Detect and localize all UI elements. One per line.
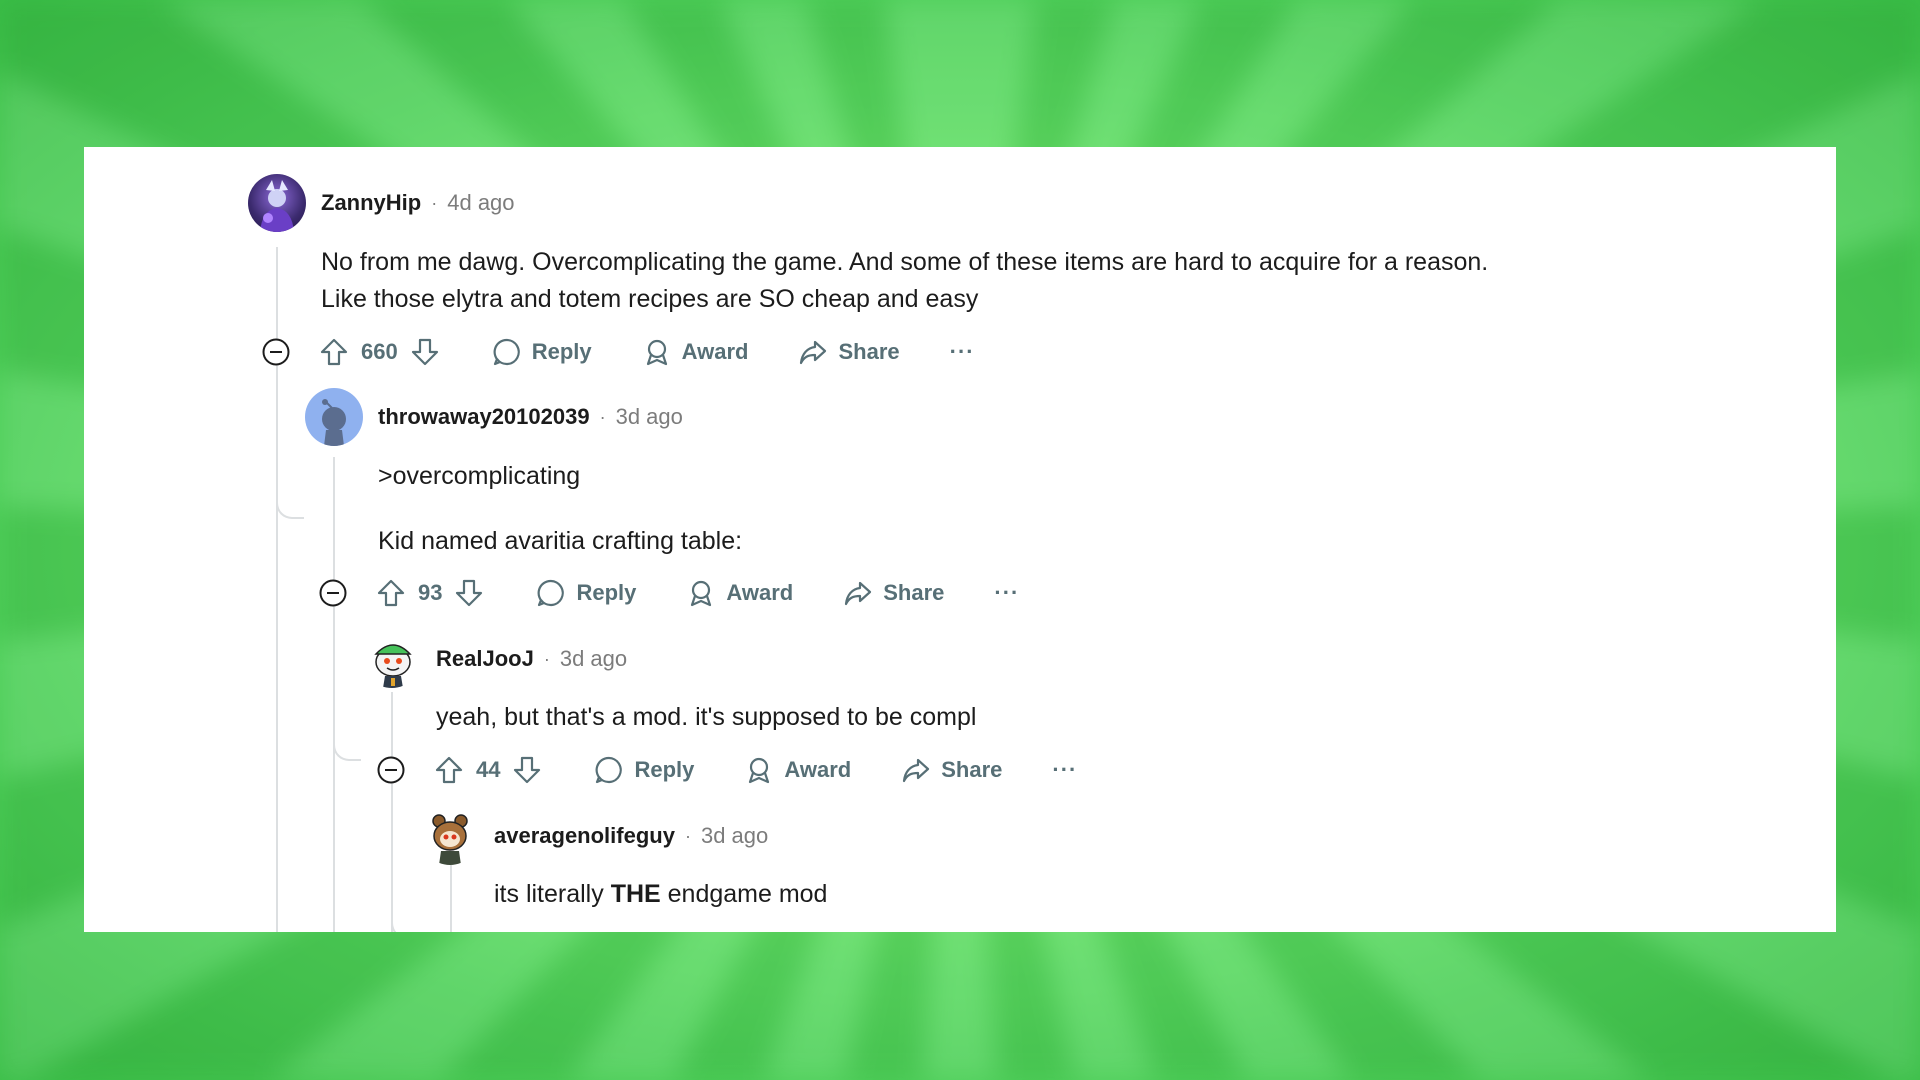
avatar[interactable] (248, 174, 306, 232)
comment-meta: averagenolifeguy · 3d ago (494, 807, 768, 865)
comment-actions: 93 Reply Award Share ··· (376, 573, 1019, 613)
separator-dot: · (684, 825, 691, 846)
share-button[interactable]: Share (901, 755, 1002, 785)
vote-group: 44 (434, 755, 542, 785)
thread-line-level-3 (391, 692, 393, 932)
separator-dot: · (431, 192, 438, 213)
avatar[interactable] (305, 388, 363, 446)
upvote-icon[interactable] (376, 578, 406, 608)
award-icon (749, 757, 770, 784)
vote-group: 660 (319, 337, 440, 367)
reply-label: Reply (531, 339, 592, 364)
comment-meta: RealJooJ · 3d ago (436, 630, 627, 688)
comment-bubble-icon (538, 579, 565, 607)
comment-meta: throwaway20102039 · 3d ago (378, 388, 683, 446)
timestamp[interactable]: 3d ago (616, 404, 683, 430)
comment-text-line: No from me dawg. Overcomplicating the ga… (321, 248, 1489, 276)
award-button[interactable]: Award (744, 755, 851, 785)
downvote-icon[interactable] (512, 755, 542, 785)
comment-body: its literally THE endgame mod (494, 876, 827, 913)
upvote-icon[interactable] (434, 755, 464, 785)
comment-bubble-icon (596, 756, 623, 784)
thread-line-level-2 (333, 457, 335, 932)
comment-meta: ZannyHip · 4d ago (321, 174, 515, 232)
downvote-icon[interactable] (410, 337, 440, 367)
snoo-avatar-green-hat-icon (374, 644, 412, 688)
vote-group: 93 (376, 578, 484, 608)
separator-dot: · (599, 406, 606, 427)
thread-elbow (391, 897, 419, 932)
more-options-icon: ··· (949, 339, 975, 364)
avatar-character-icon (260, 180, 294, 232)
share-button[interactable]: Share (798, 337, 900, 367)
timestamp[interactable]: 4d ago (447, 190, 514, 216)
thread-elbow (333, 719, 361, 761)
thread-line-level-4 (450, 865, 452, 932)
comment-thread-card: ZannyHip · 4d ago No from me dawg. Overc… (84, 147, 1836, 932)
share-label: Share (941, 757, 1003, 782)
comment-text-line: yeah, but that's a mod. it's supposed to… (436, 703, 977, 731)
username[interactable]: throwaway20102039 (378, 404, 590, 430)
timestamp[interactable]: 3d ago (701, 823, 768, 849)
share-icon (800, 340, 827, 365)
upvote-icon[interactable] (319, 337, 349, 367)
share-label: Share (883, 580, 945, 605)
avatar[interactable] (363, 630, 421, 688)
comment-text-line: its literally THE endgame mod (494, 876, 827, 913)
comment-bubble-icon (493, 338, 520, 366)
more-options-button[interactable]: ··· (950, 339, 975, 365)
reply-label: Reply (576, 580, 637, 605)
thread-elbow (276, 477, 304, 519)
comment-text: endgame mod (660, 880, 828, 908)
more-options-icon: ··· (1052, 757, 1078, 782)
award-label: Award (784, 757, 852, 782)
comment-text-line: Like those elytra and totem recipes are … (321, 285, 979, 313)
award-button[interactable]: Award (642, 337, 749, 367)
more-options-button[interactable]: ··· (1052, 757, 1077, 783)
username[interactable]: RealJooJ (436, 646, 534, 672)
default-snoo-avatar-icon (322, 399, 346, 446)
username[interactable]: averagenolifeguy (494, 823, 675, 849)
share-button[interactable]: Share (843, 578, 944, 608)
share-icon (845, 581, 872, 606)
more-options-icon: ··· (994, 580, 1020, 605)
separator-dot: · (543, 648, 550, 669)
collapse-thread-icon[interactable] (319, 579, 347, 607)
award-label: Award (681, 339, 749, 364)
snoo-avatar-bear-costume-icon (432, 814, 468, 865)
comment-text-line: Kid named avaritia crafting table: (378, 527, 743, 555)
reply-button[interactable]: Reply (492, 337, 592, 367)
comment-text-bold: THE (610, 880, 661, 908)
award-icon (691, 580, 712, 607)
reply-button[interactable]: Reply (594, 755, 694, 785)
more-options-button[interactable]: ··· (994, 580, 1019, 606)
comment-body: No from me dawg. Overcomplicating the ga… (321, 244, 1488, 318)
comment-body: yeah, but that's a mod. it's supposed to… (436, 699, 976, 736)
reply-label: Reply (634, 757, 695, 782)
comment-text: its literally (494, 880, 611, 908)
comment-actions: 660 Reply Award Share ··· (319, 332, 975, 372)
vote-count: 660 (361, 339, 398, 364)
avatar[interactable] (421, 807, 479, 865)
share-label: Share (838, 339, 900, 364)
collapse-thread-icon[interactable] (377, 756, 405, 784)
award-icon (646, 339, 667, 366)
downvote-icon[interactable] (454, 578, 484, 608)
award-label: Award (726, 580, 794, 605)
vote-count: 93 (418, 580, 443, 605)
comment-actions: 44 Reply Award Share ··· (434, 750, 1077, 790)
comment-body: >overcomplicating Kid named avaritia cra… (378, 458, 742, 560)
username[interactable]: ZannyHip (321, 190, 421, 216)
share-icon (903, 758, 930, 783)
award-button[interactable]: Award (686, 578, 793, 608)
timestamp[interactable]: 3d ago (560, 646, 627, 672)
vote-count: 44 (476, 757, 501, 782)
collapse-thread-icon[interactable] (262, 338, 290, 366)
comment-text-line: >overcomplicating (378, 462, 581, 490)
reply-button[interactable]: Reply (536, 578, 636, 608)
